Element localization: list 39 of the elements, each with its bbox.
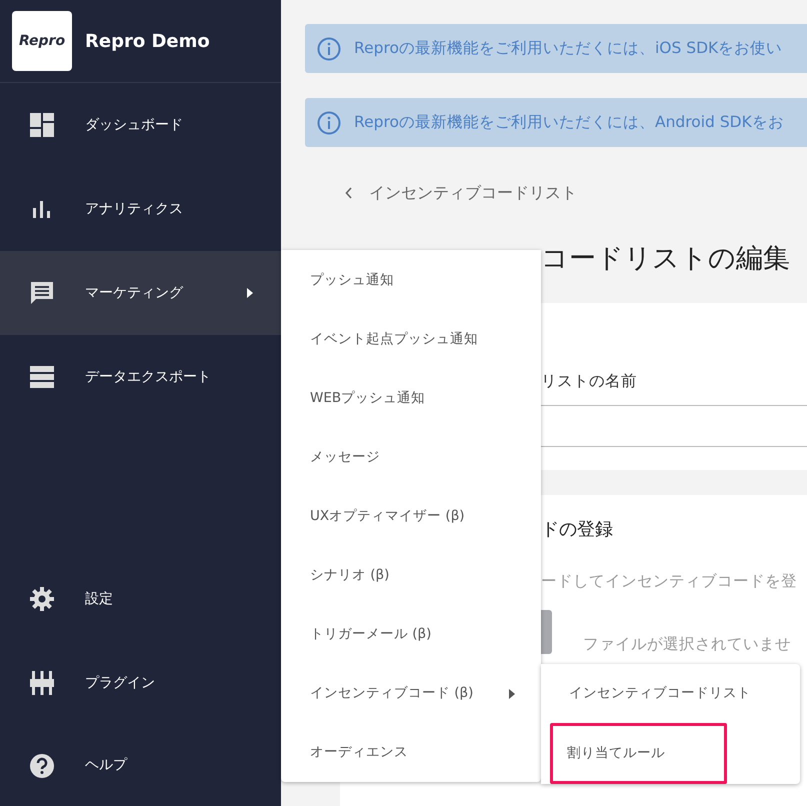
breadcrumb-link[interactable]: インセンティブコードリスト (369, 181, 577, 205)
sidebar-item[interactable]: ヘルプ (0, 725, 281, 806)
section-description: ードしてインセンティブコードを登 (541, 571, 797, 592)
section-heading: ドの登録 (541, 518, 613, 542)
menu-item[interactable]: メッセージ (281, 428, 541, 487)
info-icon (317, 110, 341, 134)
back-chevron-icon[interactable] (345, 187, 353, 199)
menu-item[interactable]: インセンティブコード (β) (281, 664, 541, 723)
submenu-item[interactable]: 割り当てルール (550, 723, 727, 784)
banner-text: Reproの最新機能をご利用いただくには、Android SDKをお (354, 112, 784, 133)
server-icon (29, 364, 55, 390)
help-icon (29, 752, 55, 778)
dashboard-icon (29, 112, 55, 138)
menu-item[interactable]: UXオプティマイザー (β) (281, 487, 541, 546)
sidebar-item[interactable]: マーケティング (0, 251, 281, 335)
logo[interactable]: Repro (12, 11, 72, 71)
plugin-icon (29, 670, 55, 696)
banner-text: Reproの最新機能をご利用いただくには、iOS SDKをお使い (354, 38, 782, 59)
menu-item[interactable]: シナリオ (β) (281, 546, 541, 605)
settings-icon (29, 586, 55, 612)
menu-item[interactable]: WEBプッシュ通知 (281, 369, 541, 428)
file-status: ファイルが選択されていませ (583, 634, 791, 656)
submenu-item[interactable]: インセンティブコードリスト (541, 664, 800, 723)
menu-item[interactable]: プッシュ通知 (281, 251, 541, 310)
sidebar-item[interactable]: プラグイン (0, 641, 281, 725)
field-label: リストの名前 (541, 371, 637, 392)
app-name: Repro Demo (85, 30, 210, 54)
menu-item[interactable]: オーディエンス (281, 723, 541, 782)
sidebar-item[interactable]: ダッシュボード (0, 83, 281, 167)
menu-item[interactable]: トリガーメール (β) (281, 605, 541, 664)
sidebar-item[interactable]: アナリティクス (0, 167, 281, 251)
sidebar-item[interactable]: データエクスポート (0, 335, 281, 419)
page-title: コードリストの編集 (541, 242, 791, 276)
caret-icon (247, 288, 253, 298)
caret-icon (509, 688, 515, 698)
menu-item[interactable]: イベント起点プッシュ通知 (281, 310, 541, 369)
info-icon (317, 36, 341, 60)
sidebar-item[interactable]: 設定 (0, 557, 281, 641)
chat-icon (29, 280, 55, 306)
